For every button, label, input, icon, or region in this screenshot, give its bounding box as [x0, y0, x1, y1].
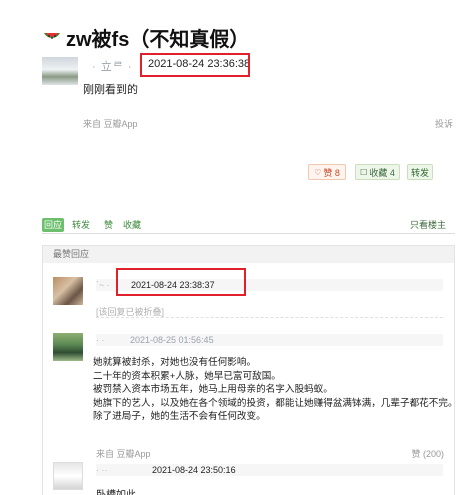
op-avatar[interactable] [42, 57, 78, 85]
op-source[interactable]: 来自 豆瓣App [83, 117, 138, 130]
reply-divider [96, 317, 443, 318]
reply-content: 卧槽如此 [96, 486, 136, 495]
reply-line: 她就算被封杀，对她也没有任何影响。 [93, 357, 257, 368]
favorite-button[interactable]: ☐ 收藏 4 [355, 164, 400, 180]
reply-author-name[interactable]: · ·· [96, 465, 108, 475]
tab-favorite[interactable]: 收藏 [123, 218, 141, 232]
reply-content: 她就算被封杀，对她也没有任何影响。 二十年的资本积累+人脉，她早已富可敌国。 被… [93, 356, 458, 424]
reply-avatar[interactable] [53, 462, 83, 490]
reply-author-name[interactable]: `~ · [96, 280, 110, 290]
reply-line: 二十年的资本积累+人脉，她早已富可敌国。 [93, 370, 281, 382]
reply-avatar[interactable] [53, 277, 83, 305]
reply-line: 除了进局子，她的生活不会有任何改变。 [93, 411, 266, 422]
reply-header-band [96, 464, 443, 476]
hot-replies-header: 最赞回应 [43, 246, 454, 263]
watermelon-icon [44, 33, 60, 39]
topic-title-row: zw被fs（不知真假） [42, 22, 249, 52]
reply-line: 被罚禁入资本市场五年，她马上用母亲的名字入股蚂蚁。 [93, 384, 333, 395]
like-button[interactable]: ♡ 赞 8 [308, 164, 346, 180]
reply-vote-count[interactable]: 赞 (200) [411, 447, 444, 460]
share-button-label: 转发 [410, 167, 429, 178]
favorite-button-label: 收藏 4 [369, 167, 395, 178]
tab-reply[interactable]: 回应 [42, 218, 64, 232]
op-author-name[interactable]: · 立ᄅ · [92, 58, 133, 74]
reply-timestamp: 2021-08-25 01:56:45 [130, 335, 214, 345]
bookmark-icon: ☐ [360, 167, 368, 177]
only-op-link[interactable]: 只看楼主 [410, 218, 446, 232]
reply-time-highlight-box [116, 268, 246, 296]
page-title: zw被fs（不知真假） [66, 28, 250, 51]
reply-line: 她旗下的艺人，以及她在各个领域的投资，都能让她赚得盆满钵满，几辈子都花不完。 [93, 397, 458, 409]
report-link[interactable]: 投诉 [435, 117, 453, 130]
tab-divider [42, 233, 455, 234]
reply-avatar[interactable] [53, 333, 83, 361]
op-time-highlight-box [140, 53, 250, 77]
thumbs-up-icon: ♡ [314, 167, 322, 177]
tab-like[interactable]: 赞 [104, 218, 113, 232]
like-button-label: 赞 8 [323, 167, 340, 178]
share-button[interactable]: 转发 [407, 164, 433, 180]
reply-timestamp: 2021-08-24 23:50:16 [152, 465, 236, 475]
reply-author-name[interactable]: · · [96, 335, 105, 345]
tab-forward[interactable]: 转发 [72, 218, 90, 232]
op-content: 刚刚看到的 [83, 84, 138, 96]
reply-source[interactable]: 来自 豆瓣App [96, 447, 151, 460]
reply-tabs: 回应 转发 赞 收藏 只看楼主 [42, 218, 452, 233]
